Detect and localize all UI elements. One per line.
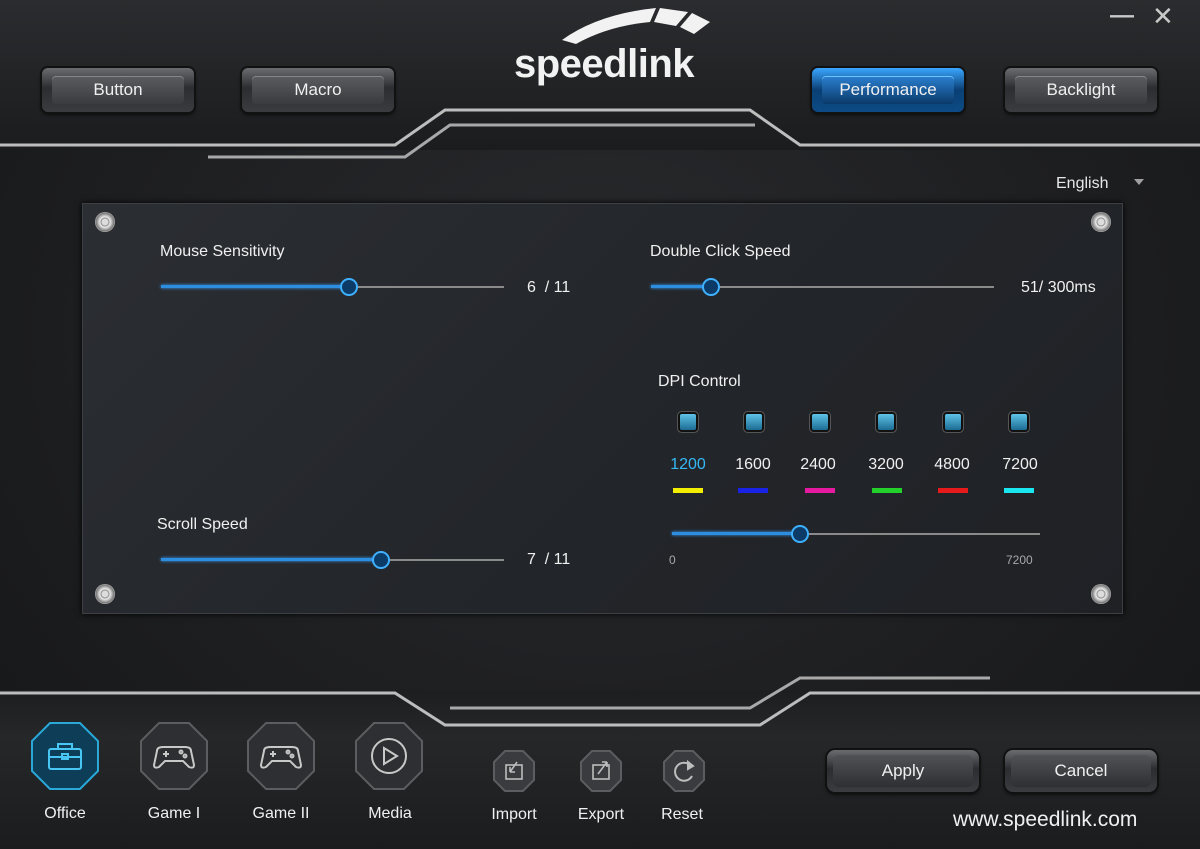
mode-game2-button[interactable] (246, 721, 316, 791)
export-button[interactable] (580, 750, 622, 792)
logo-text: speedlink (514, 42, 695, 86)
reset-button[interactable] (663, 750, 705, 792)
dpi-value-2400[interactable]: 2400 (788, 456, 848, 474)
tab-button[interactable]: Button (42, 68, 194, 112)
double-click-speed-value: 51/ 300ms (1021, 279, 1096, 296)
dpi-checkbox-1600[interactable] (746, 414, 762, 430)
dpi-checkbox-2400[interactable] (812, 414, 828, 430)
dpi-color-bar (738, 488, 768, 493)
mode-office-button[interactable] (30, 721, 100, 791)
import-label: Import (491, 806, 537, 823)
export-label: Export (577, 806, 625, 823)
mode-game2-label: Game II (252, 805, 310, 822)
speedlink-logo: speedlink (514, 8, 714, 88)
screw-icon (95, 584, 115, 604)
website-link[interactable]: www.speedlink.com (953, 808, 1137, 832)
dpi-slider[interactable] (672, 524, 1040, 544)
dpi-color-bar (805, 488, 835, 493)
dpi-value-4800[interactable]: 4800 (922, 456, 982, 474)
language-select[interactable]: English (1056, 175, 1108, 193)
dpi-color-bar (673, 488, 703, 493)
dpi-value-3200[interactable]: 3200 (856, 456, 916, 474)
slider-thumb[interactable] (340, 278, 358, 296)
mode-media-label: Media (368, 805, 412, 822)
dpi-checkbox-3200[interactable] (878, 414, 894, 430)
slider-thumb[interactable] (791, 525, 809, 543)
mode-game1-button[interactable] (139, 721, 209, 791)
slider-thumb[interactable] (372, 551, 390, 569)
scroll-speed-slider[interactable] (161, 550, 504, 570)
dpi-value-1200[interactable]: 1200 (658, 456, 718, 474)
tab-macro[interactable]: Macro (242, 68, 394, 112)
dpi-color-bar (872, 488, 902, 493)
mode-game1-label: Game I (147, 805, 201, 822)
import-button[interactable] (493, 750, 535, 792)
dpi-checkbox-1200[interactable] (680, 414, 696, 430)
dpi-value-1600[interactable]: 1600 (723, 456, 783, 474)
close-button[interactable]: ✕ (1152, 2, 1174, 30)
dpi-color-bar (1004, 488, 1034, 493)
mode-office-label: Office (44, 805, 86, 822)
apply-button[interactable]: Apply (827, 750, 979, 792)
double-click-speed-slider[interactable] (651, 277, 994, 297)
double-click-speed-label: Double Click Speed (650, 243, 791, 260)
scroll-speed-value: 7 / 11 (527, 551, 571, 568)
chevron-down-icon[interactable] (1134, 179, 1144, 185)
screw-icon (95, 212, 115, 232)
mode-media-button[interactable] (354, 721, 424, 791)
tab-backlight[interactable]: Backlight (1005, 68, 1157, 112)
cancel-button[interactable]: Cancel (1005, 750, 1157, 792)
screw-icon (1091, 212, 1111, 232)
dpi-control-label: DPI Control (658, 373, 741, 390)
slider-thumb[interactable] (702, 278, 720, 296)
scroll-speed-label: Scroll Speed (157, 516, 248, 533)
mouse-sensitivity-value: 6 / 11 (527, 279, 571, 296)
dpi-min-label: 0 (669, 553, 676, 567)
dpi-color-bar (938, 488, 968, 493)
dpi-value-7200[interactable]: 7200 (990, 456, 1050, 474)
dpi-max-label: 7200 (1006, 553, 1033, 567)
mouse-sensitivity-label: Mouse Sensitivity (160, 243, 285, 260)
minimize-button[interactable]: — (1110, 2, 1134, 30)
tab-performance[interactable]: Performance (812, 68, 964, 112)
dpi-checkbox-4800[interactable] (945, 414, 961, 430)
mouse-sensitivity-slider[interactable] (161, 277, 504, 297)
reset-label: Reset (661, 806, 703, 823)
screw-icon (1091, 584, 1111, 604)
dpi-checkbox-7200[interactable] (1011, 414, 1027, 430)
